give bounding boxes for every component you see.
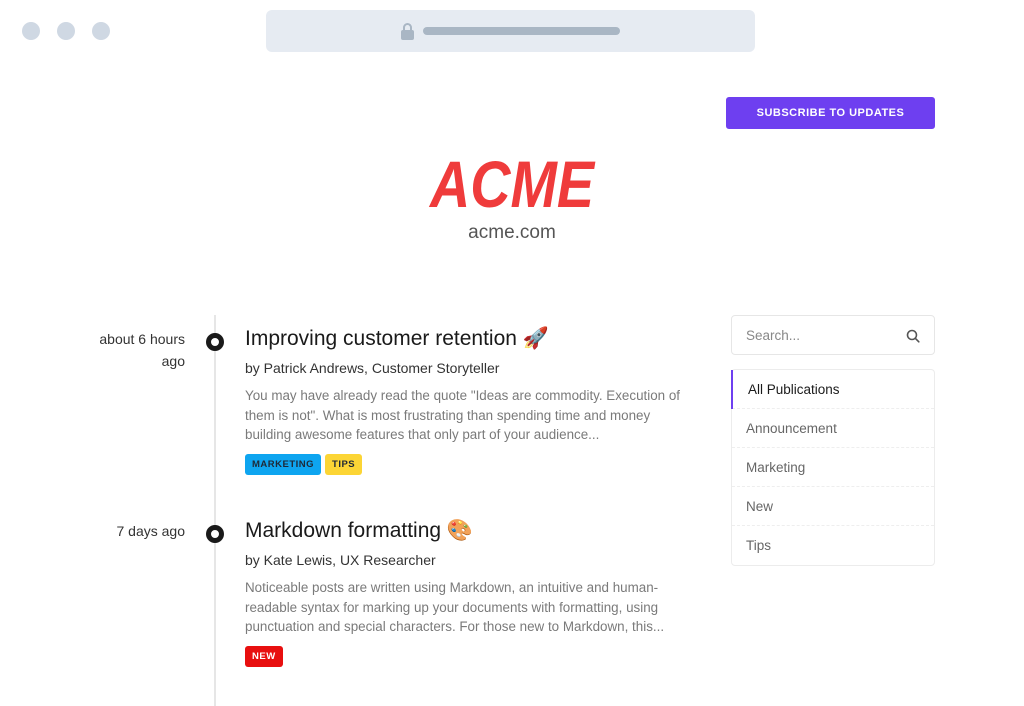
tag-new[interactable]: NEW [245,645,283,667]
timeline-line [214,315,216,706]
category-announcement[interactable]: Announcement [732,409,934,448]
window-maximize-button[interactable] [92,22,110,40]
post-excerpt: You may have already read the quote "Ide… [245,388,680,442]
search-box [731,315,935,355]
tag-marketing[interactable]: MARKETING [245,453,322,475]
post-title[interactable]: Improving customer retention 🚀 [245,325,690,353]
rocket-icon: 🚀 [522,327,549,350]
palette-icon: 🎨 [446,519,474,542]
post-title[interactable]: Markdown formatting 🎨 [245,517,690,545]
category-marketing[interactable]: Marketing [732,448,934,487]
post-tags: MARKETING TIPS [245,453,690,475]
post-author: by Patrick Andrews, Customer Storyteller [245,360,500,376]
timeline-marker-icon [206,525,224,543]
category-new[interactable]: New [732,487,934,526]
category-all-publications[interactable]: All Publications [731,370,934,409]
category-tips[interactable]: Tips [732,526,934,565]
site-domain: acme.com [468,222,556,243]
window-controls [22,22,110,40]
subscribe-button[interactable]: SUBSCRIBE TO UPDATES [726,97,935,129]
address-bar[interactable] [266,10,755,52]
search-icon[interactable] [906,329,920,343]
category-list: All Publications Announcement Marketing … [731,369,935,566]
post-time: about 6 hours ago [99,331,185,369]
post-excerpt: Noticeable posts are written using Markd… [245,580,665,634]
lock-icon [401,23,414,40]
post-author: by Kate Lewis, UX Researcher [245,552,436,568]
search-input[interactable] [732,316,934,354]
window-minimize-button[interactable] [57,22,75,40]
post-tags: NEW [245,645,690,667]
url-placeholder [423,27,620,35]
post-time: 7 days ago [116,523,186,539]
tag-tips[interactable]: TIPS [325,453,363,475]
logo-text: ACME [428,153,595,213]
window-close-button[interactable] [22,22,40,40]
timeline-marker-icon [206,333,224,351]
acme-logo[interactable]: ACME [428,153,596,213]
